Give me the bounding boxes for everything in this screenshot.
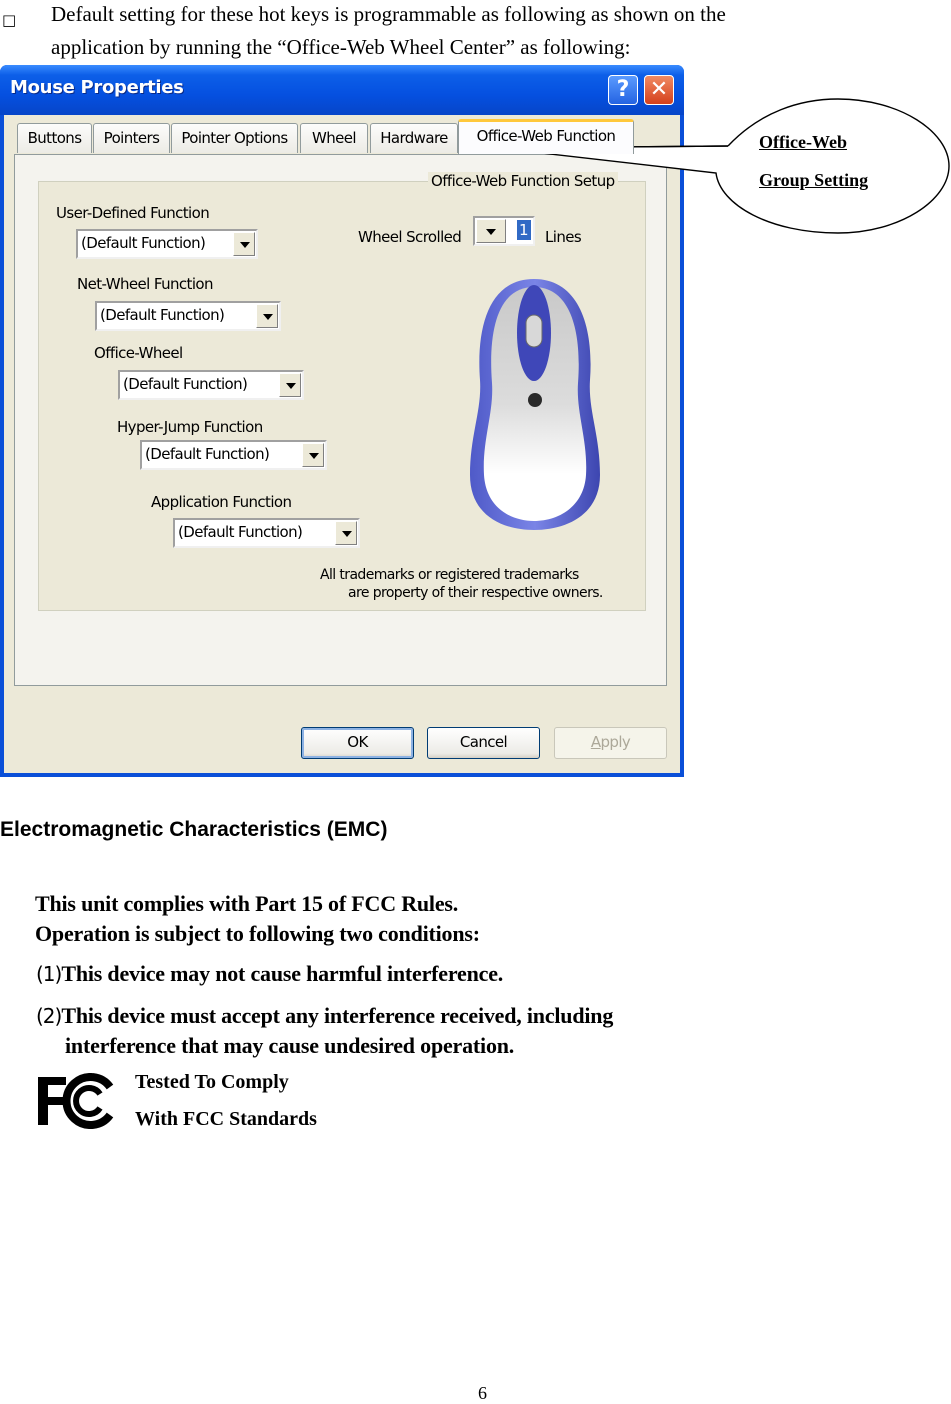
net-wheel-function-label: Net-Wheel Function [77, 275, 213, 293]
chevron-down-icon[interactable] [256, 304, 278, 328]
chevron-down-icon[interactable] [335, 521, 357, 545]
select-value: (Default Function) [178, 523, 303, 541]
cancel-button[interactable]: Cancel [427, 727, 540, 759]
ok-button[interactable]: OK [301, 727, 414, 759]
application-function-select[interactable]: (Default Function) [173, 518, 360, 548]
trademark-line-1: All trademarks or registered trademarks [320, 567, 579, 583]
chevron-down-icon[interactable] [233, 232, 255, 256]
chevron-down-icon[interactable] [302, 443, 324, 467]
emc-condition-2: (2)This device must accept any interfere… [36, 1003, 613, 1029]
callout-line-2: Group Setting [759, 170, 869, 190]
tab-hardware[interactable]: Hardware [370, 123, 458, 153]
page-number: 6 [478, 1383, 487, 1403]
trademark-line-2: are property of their respective owners. [348, 585, 603, 601]
emc-condition-1: (1)This device may not cause harmful int… [36, 961, 503, 987]
tab-office-web-function[interactable]: Office-Web Function [458, 119, 634, 154]
condition-1-text: This device may not cause harmful interf… [61, 961, 504, 986]
user-defined-function-select[interactable]: (Default Function) [76, 229, 258, 259]
office-wheel-label: Office-Wheel [94, 344, 183, 362]
select-value: (Default Function) [123, 375, 248, 393]
emc-condition-2-continued: interference that may cause undesired op… [65, 1033, 515, 1058]
callout-bubble [497, 98, 950, 234]
chevron-down-icon[interactable] [279, 373, 301, 397]
application-function-label: Application Function [151, 493, 292, 511]
tab-wheel[interactable]: Wheel [300, 123, 368, 153]
hyper-jump-function-select[interactable]: (Default Function) [140, 440, 327, 470]
tab-pointers[interactable]: Pointers [93, 123, 170, 153]
select-value: (Default Function) [81, 234, 206, 252]
fcc-logo-icon [38, 1073, 114, 1129]
user-defined-function-label: User-Defined Function [56, 204, 210, 222]
mouse-icon [470, 279, 600, 530]
emc-conditions-line: Operation is subject to following two co… [35, 921, 480, 946]
callout-line-1: Office-Web [759, 132, 847, 152]
fcc-tested-line-1: Tested To Comply [135, 1071, 289, 1093]
apply-button[interactable]: Apply [554, 727, 667, 759]
emc-compliance-line: This unit complies with Part 15 of FCC R… [35, 891, 459, 916]
trademark-notice: All trademarks or registered trademarks … [320, 566, 603, 602]
emc-heading: Electromagnetic Characteristics (EMC) [0, 818, 388, 841]
tab-buttons[interactable]: Buttons [17, 123, 92, 153]
condition-1-number: (1) [36, 962, 62, 986]
hyper-jump-function-label: Hyper-Jump Function [117, 418, 263, 436]
office-wheel-select[interactable]: (Default Function) [118, 370, 304, 400]
net-wheel-function-select[interactable]: (Default Function) [95, 301, 281, 331]
window-title: Mouse Properties [10, 77, 184, 98]
select-value: (Default Function) [145, 445, 270, 463]
wheel-scrolled-label: Wheel Scrolled [358, 228, 462, 246]
condition-2-number: (2) [36, 1004, 62, 1028]
checkbox-bullet-icon: □ [2, 11, 17, 29]
tab-pointer-options[interactable]: Pointer Options [171, 123, 298, 153]
fcc-tested-line-2: With FCC Standards [135, 1108, 317, 1130]
intro-line-2: application by running the “Office-Web W… [51, 35, 631, 59]
condition-2-text: This device must accept any interference… [61, 1003, 614, 1028]
select-value: (Default Function) [100, 306, 225, 324]
apply-label: pply [600, 733, 631, 751]
